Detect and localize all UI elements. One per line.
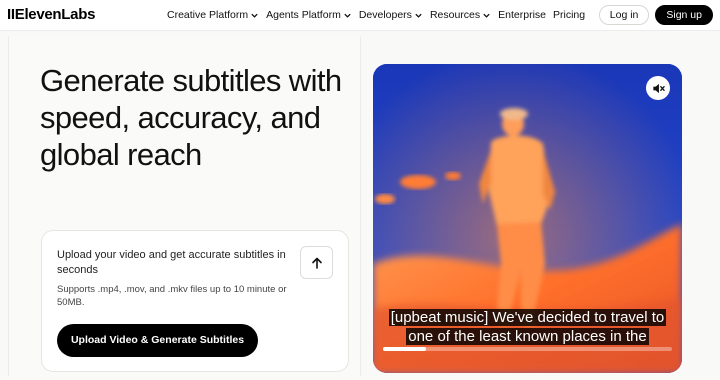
page-title: Generate subtitles with speed, accuracy,… <box>40 63 342 172</box>
upload-file-requirements: Supports .mp4, .mov, and .mkv files up t… <box>57 284 287 308</box>
speaker-muted-icon <box>652 83 665 93</box>
video-progress-bar[interactable] <box>383 347 672 351</box>
menu-item-resources[interactable]: Resources <box>430 9 491 21</box>
mute-button[interactable] <box>646 76 670 100</box>
subtitle-line-2: one of the least known places in the <box>406 328 649 345</box>
menu-item-label: Creative Platform <box>167 9 249 21</box>
menu-item-pricing[interactable]: Pricing <box>553 9 585 21</box>
chevron-down-icon <box>344 13 351 18</box>
video-progress-fill <box>383 347 427 351</box>
menu-item-label: Developers <box>358 9 412 21</box>
menu-item-label: Pricing <box>553 9 586 21</box>
chevron-down-icon <box>251 13 258 18</box>
video-player[interactable]: [upbeat music] We've decided to travel t… <box>373 64 682 373</box>
menu-item-label: Agents Platform <box>266 9 341 21</box>
chevron-down-icon <box>415 13 422 18</box>
video-subtitle: [upbeat music] We've decided to travel t… <box>373 308 682 346</box>
signup-button[interactable]: Sign up <box>655 5 713 25</box>
upload-video-button[interactable]: Upload Video & Generate Subtitles <box>57 324 258 357</box>
auth-buttons: Log in Sign up <box>598 5 713 25</box>
chevron-down-icon <box>483 13 490 18</box>
menu-item-agents-platform[interactable]: Agents Platform <box>266 9 352 21</box>
upload-title: Upload your video and get accurate subti… <box>57 249 286 276</box>
menu-item-creative-platform[interactable]: Creative Platform <box>167 9 259 21</box>
arrow-up-icon <box>311 257 322 269</box>
elevenlabs-logo[interactable]: IIElevenLabs <box>7 6 95 23</box>
menu-item-label: Enterprise <box>498 9 546 21</box>
menu-item-label: Resources <box>429 9 481 21</box>
upload-card[interactable]: Upload your video and get accurate subti… <box>41 230 349 372</box>
menu-item-developers[interactable]: Developers <box>359 9 423 21</box>
top-nav: IIElevenLabs Creative Platform Agents Pl… <box>0 0 720 31</box>
subtitle-line-1: [upbeat music] We've decided to travel t… <box>388 309 667 326</box>
login-button[interactable]: Log in <box>598 5 650 25</box>
menu-item-enterprise[interactable]: Enterprise <box>498 9 546 21</box>
upload-arrow-button[interactable] <box>300 246 333 279</box>
main-menu: Creative Platform Agents Platform Develo… <box>167 9 585 21</box>
